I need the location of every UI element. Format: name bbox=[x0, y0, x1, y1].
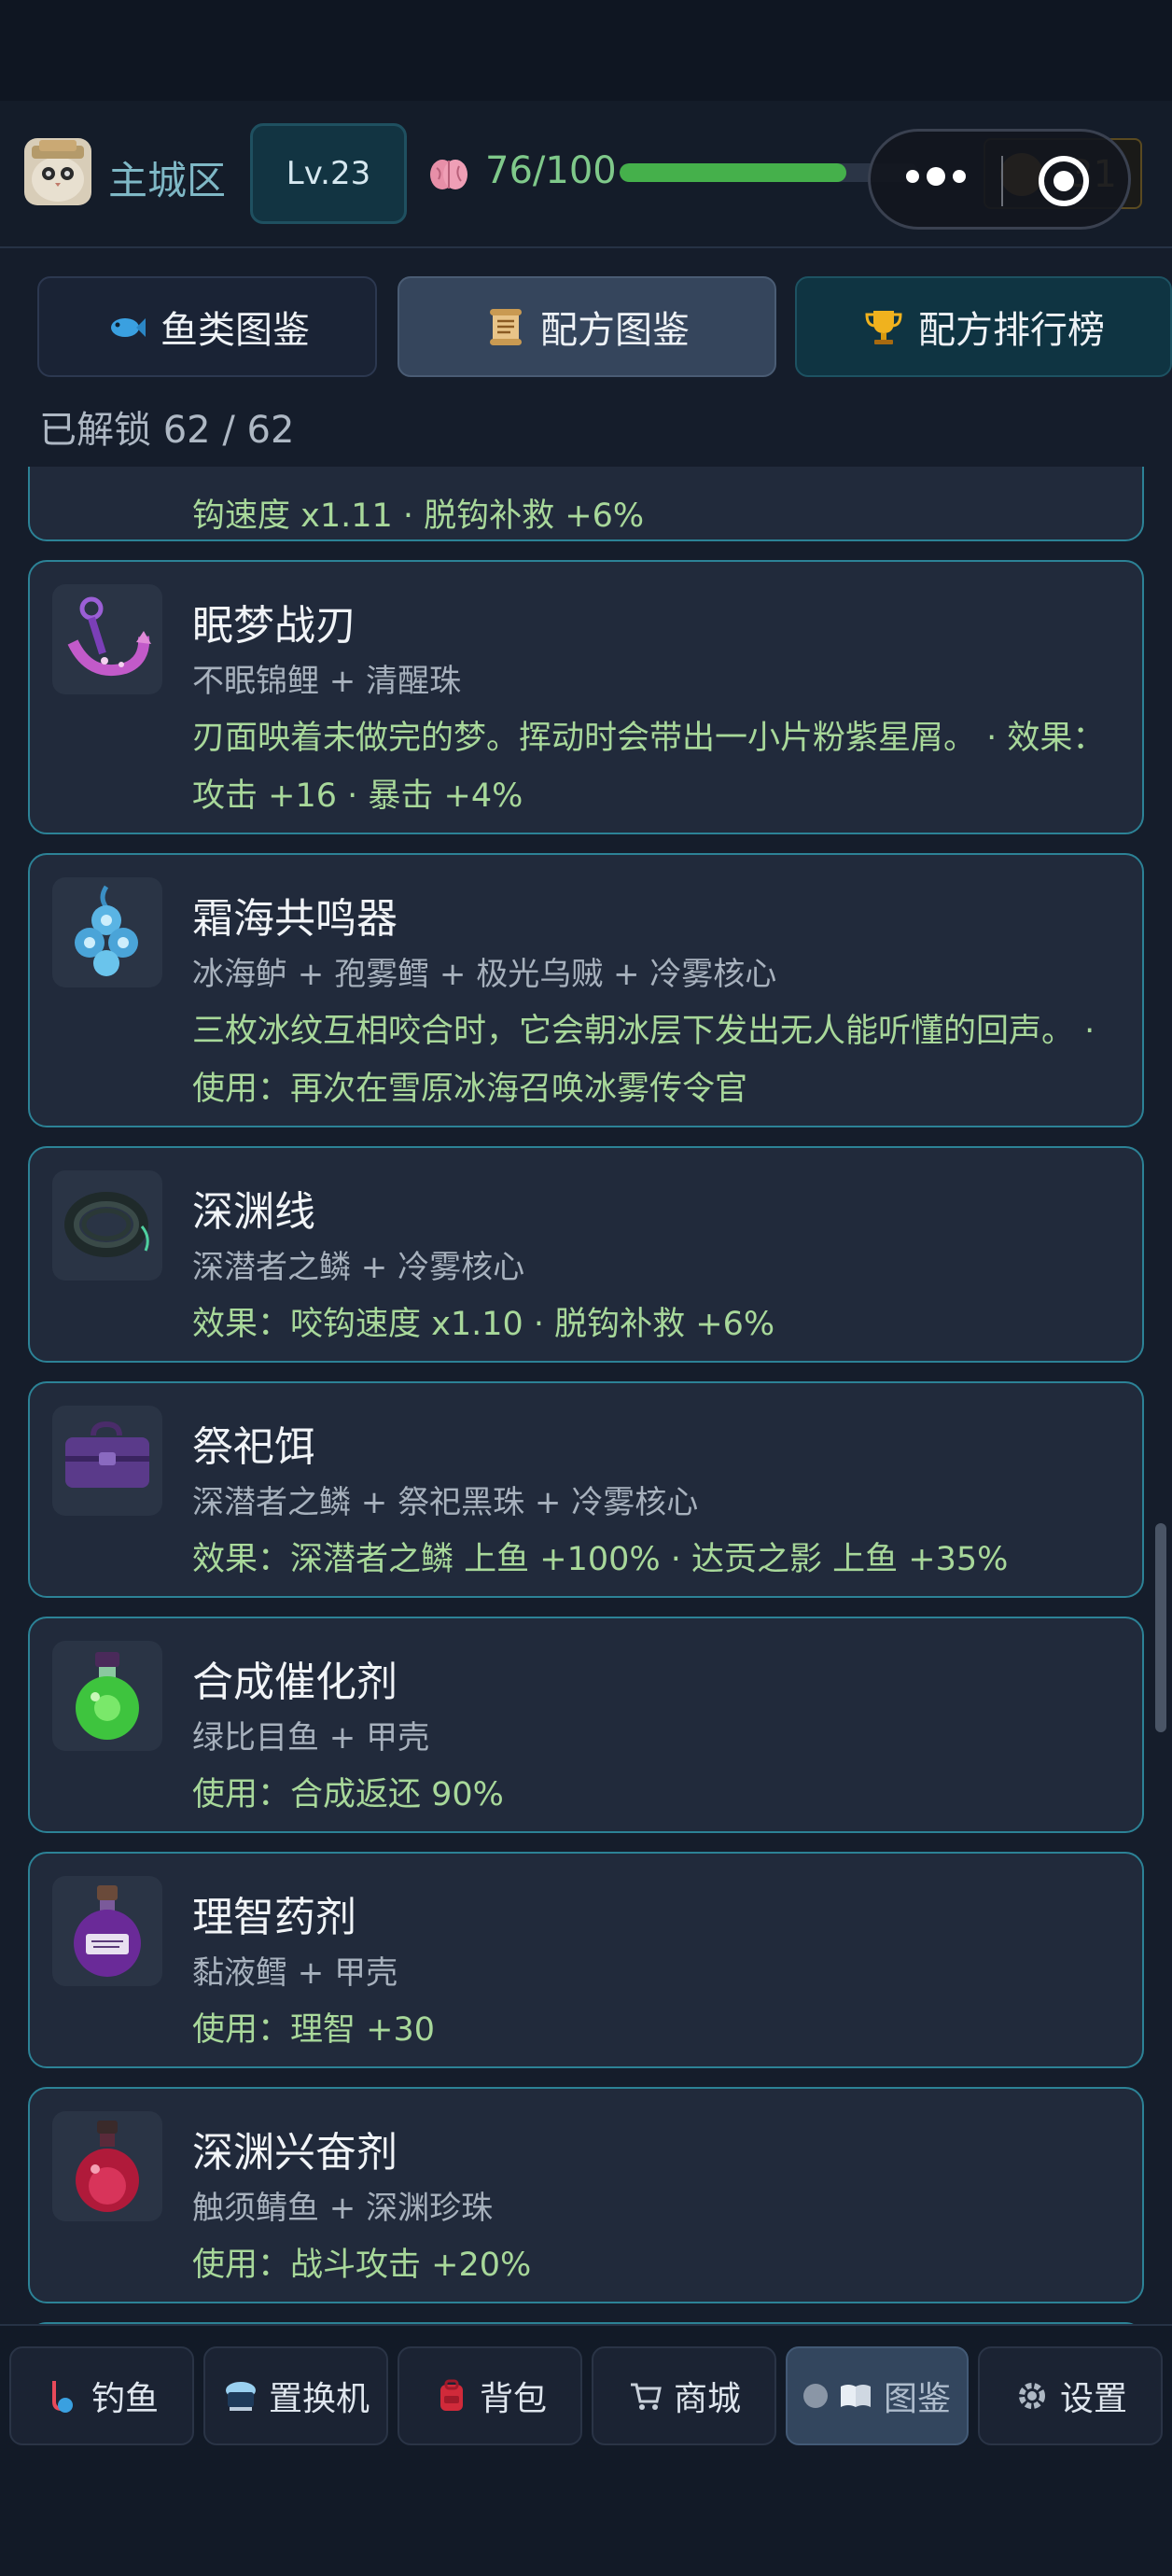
recipe-name: 霜海共鸣器 bbox=[192, 895, 398, 943]
fishing-icon bbox=[45, 2377, 82, 2415]
recipe-card[interactable]: 霜海共鸣器 冰海鲈 + 孢雾鳕 + 极光乌贼 + 冷雾核心 三枚冰纹互相咬合时，… bbox=[28, 853, 1144, 1127]
unlock-count: 已解锁 62 / 62 bbox=[39, 409, 295, 452]
book-icon bbox=[837, 2377, 874, 2415]
sanity-value: 76/100 bbox=[485, 149, 617, 192]
gear-icon bbox=[1013, 2377, 1051, 2415]
sanity-bar-fill bbox=[620, 163, 847, 182]
capsule-divider bbox=[1001, 156, 1003, 206]
more-menu-icon[interactable] bbox=[906, 167, 966, 186]
recipe-card[interactable]: 钩速度 x1.11 · 脱钩补救 +6% bbox=[28, 467, 1144, 541]
nav-label: 钓鱼 bbox=[91, 2380, 159, 2418]
recipe-effect: 钩速度 x1.11 · 脱钩补救 +6% bbox=[192, 497, 645, 535]
recipe-ingredients: 不眠锦鲤 + 清醒珠 bbox=[192, 663, 462, 700]
cat-avatar[interactable] bbox=[24, 138, 91, 205]
nav-settings[interactable]: 设置 bbox=[978, 2346, 1163, 2445]
fishing-line-icon bbox=[52, 1170, 162, 1281]
purple-potion-icon bbox=[52, 1876, 162, 1986]
recipe-name: 眠梦战刃 bbox=[192, 602, 356, 650]
nav-label: 置换机 bbox=[268, 2380, 370, 2418]
status-bar bbox=[0, 0, 1172, 101]
nav-exchanger[interactable]: 置换机 bbox=[203, 2346, 388, 2445]
top-header: 主城区 Lv.23 76/100 31 bbox=[0, 101, 1172, 248]
frost-resonator-icon bbox=[52, 877, 162, 987]
recipe-list[interactable]: 钩速度 x1.11 · 脱钩补救 +6% 眠梦战刃 不眠锦鲤 + 清醒珠 刃面映… bbox=[0, 467, 1172, 2324]
nav-codex[interactable]: 图鉴 bbox=[786, 2346, 969, 2445]
tab-recipe-ranking[interactable]: 配方排行榜 bbox=[795, 276, 1172, 377]
recipe-name: 深渊线 bbox=[192, 1188, 315, 1236]
recipe-effect: 效果：咬钩速度 x1.10 · 脱钩补救 +6% bbox=[192, 1306, 775, 1343]
active-dot-icon bbox=[802, 2384, 828, 2408]
recipe-name: 理智药剂 bbox=[192, 1894, 356, 1941]
nav-label: 背包 bbox=[479, 2380, 547, 2418]
recipe-effect: 使用：合成返还 90% bbox=[192, 1776, 504, 1813]
recipe-effect: 三枚冰纹互相咬合时，它会朝冰层下发出无人能听懂的回声。 · 使用：再次在雪原冰海… bbox=[192, 1013, 1095, 1108]
close-miniprogram-icon[interactable] bbox=[1039, 156, 1089, 206]
red-potion-icon bbox=[52, 2111, 162, 2221]
green-potion-icon bbox=[52, 1641, 162, 1751]
brain-icon bbox=[427, 153, 470, 196]
machine-icon bbox=[222, 2377, 259, 2415]
cart-icon bbox=[627, 2377, 664, 2415]
recipe-effect: 使用：理智 +30 bbox=[192, 2011, 435, 2049]
nav-label: 设置 bbox=[1059, 2380, 1127, 2418]
tackle-box-icon bbox=[52, 1406, 162, 1516]
nav-label: 图鉴 bbox=[883, 2380, 951, 2418]
recipe-name: 深渊兴奋剂 bbox=[192, 2129, 398, 2177]
recipe-card[interactable]: 深渊兴奋剂 触须鲭鱼 + 深渊珍珠 使用：战斗攻击 +20% bbox=[28, 2087, 1144, 2303]
recipe-name: 祭祀饵 bbox=[192, 1423, 315, 1471]
recipe-ingredients: 深潜者之鳞 + 冷雾核心 bbox=[192, 1249, 525, 1286]
codex-tabs: 鱼类图鉴 配方图鉴 配方排行榜 bbox=[37, 276, 1172, 377]
tab-label: 鱼类图鉴 bbox=[160, 309, 310, 352]
fish-icon bbox=[105, 305, 147, 348]
recipe-ingredients: 黏液鳕 + 甲壳 bbox=[192, 1954, 398, 1992]
recipe-card[interactable]: 合成催化剂 绿比目鱼 + 甲壳 使用：合成返还 90% bbox=[28, 1617, 1144, 1833]
recipe-ingredients: 冰海鲈 + 孢雾鳕 + 极光乌贼 + 冷雾核心 bbox=[192, 956, 777, 993]
bottom-nav: 钓鱼 置换机 背包 商城 图鉴 设置 bbox=[0, 2324, 1172, 2576]
tab-label: 配方排行榜 bbox=[918, 309, 1105, 352]
recipe-card[interactable]: 深渊线 深潜者之鳞 + 冷雾核心 效果：咬钩速度 x1.10 · 脱钩补救 +6… bbox=[28, 1146, 1144, 1363]
recipe-card[interactable]: 理智药剂 黏液鳕 + 甲壳 使用：理智 +30 bbox=[28, 1852, 1144, 2068]
tab-recipe-codex[interactable]: 配方图鉴 bbox=[398, 276, 776, 377]
recipe-effect: 刃面映着未做完的梦。挥动时会带出一小片粉紫星屑。 · 效果：攻击 +16 · 暴… bbox=[192, 720, 1106, 815]
recipe-card[interactable]: 眠梦战刃 不眠锦鲤 + 清醒珠 刃面映着未做完的梦。挥动时会带出一小片粉紫星屑。… bbox=[28, 560, 1144, 834]
nav-backpack[interactable]: 背包 bbox=[398, 2346, 582, 2445]
recipe-effect: 使用：战斗攻击 +20% bbox=[192, 2247, 532, 2284]
anchor-blade-icon bbox=[52, 584, 162, 694]
nav-label: 商城 bbox=[673, 2380, 741, 2418]
scroll-icon bbox=[484, 305, 527, 348]
tab-fish-codex[interactable]: 鱼类图鉴 bbox=[37, 276, 377, 377]
recipe-ingredients: 触须鲭鱼 + 深渊珍珠 bbox=[192, 2190, 494, 2227]
recipe-effect: 效果：深潜者之鳞 上鱼 +100% · 达贡之影 上鱼 +35% bbox=[192, 1541, 1009, 1578]
recipe-ingredients: 绿比目鱼 + 甲壳 bbox=[192, 1719, 430, 1757]
nav-shop[interactable]: 商城 bbox=[592, 2346, 776, 2445]
trophy-icon bbox=[862, 305, 905, 348]
backpack-icon bbox=[433, 2377, 470, 2415]
recipe-name: 合成催化剂 bbox=[192, 1659, 398, 1706]
level-badge: Lv.23 bbox=[250, 123, 407, 224]
location-label[interactable]: 主城区 bbox=[108, 149, 226, 206]
tab-label: 配方图鉴 bbox=[540, 309, 690, 352]
nav-fishing[interactable]: 钓鱼 bbox=[9, 2346, 194, 2445]
miniprogram-capsule bbox=[868, 129, 1131, 230]
recipe-ingredients: 深潜者之鳞 + 祭祀黑珠 + 冷雾核心 bbox=[192, 1484, 699, 1521]
scrollbar[interactable] bbox=[1155, 1523, 1166, 1732]
recipe-card[interactable]: 祭祀饵 深潜者之鳞 + 祭祀黑珠 + 冷雾核心 效果：深潜者之鳞 上鱼 +100… bbox=[28, 1381, 1144, 1598]
